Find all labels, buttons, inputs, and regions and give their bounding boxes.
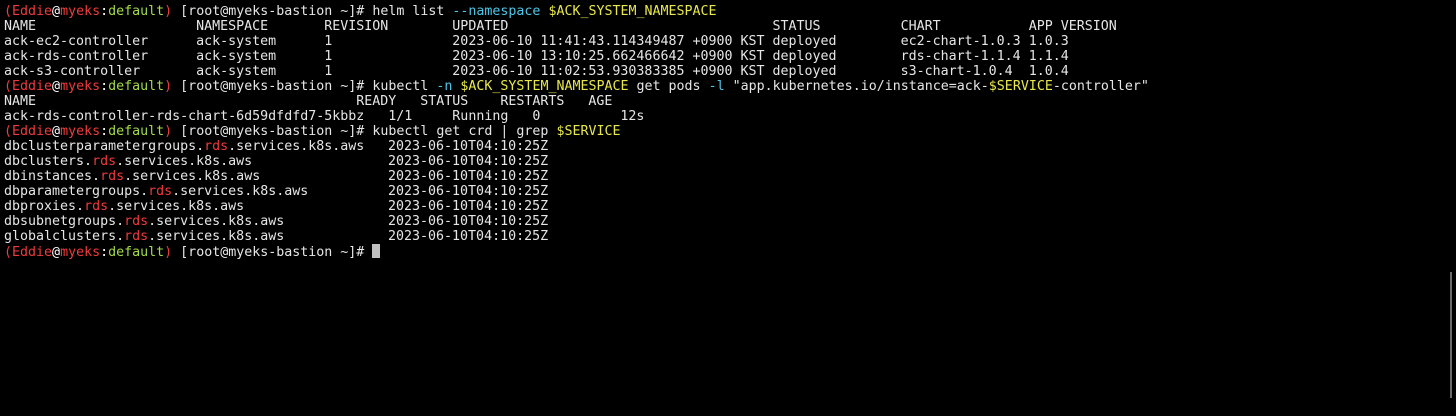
crd-name-suffix: .services.k8s.aws (228, 139, 365, 154)
command-string: "app.kubernetes.io/instance=ack- (732, 79, 989, 94)
terminal-window[interactable]: (Eddie@myeks:default) [root@myeks-bastio… (0, 0, 1456, 416)
crd-name-prefix: dbclusterparametergroups. (4, 139, 205, 154)
helm-table-row: ack-ec2-controller ack-system 1 2023-06-… (4, 34, 1069, 49)
prompt-colon: : (100, 124, 109, 139)
prompt-user: Eddie (12, 124, 53, 139)
prompt-paren-open: ( (4, 124, 13, 139)
prompt-at: @ (52, 245, 61, 260)
prompt-host: [root@myeks-bastion ~]# (172, 245, 373, 260)
active-prompt-line[interactable]: (Eddie@myeks:default) [root@myeks-bastio… (4, 244, 1456, 260)
crd-name-prefix: globalclusters. (4, 229, 125, 244)
crd-name-suffix: .services.k8s.aws (108, 199, 245, 214)
prompt-user: Eddie (12, 4, 53, 19)
grep-match: rds (124, 229, 149, 244)
pods-table-header: NAME READY STATUS RESTARTS AGE (4, 94, 613, 109)
helm-table-header: NAME NAMESPACE REVISION UPDATED STATUS C… (4, 19, 1117, 34)
crd-name-suffix: .services.k8s.aws (148, 214, 285, 229)
crd-name-prefix: dbparametergroups. (4, 184, 149, 199)
command-line-get-crd: (Eddie@myeks:default) [root@myeks-bastio… (4, 124, 1456, 139)
prompt-colon: : (100, 4, 109, 19)
crd-list: dbclusterparametergroups.rds.services.k8… (4, 139, 1456, 244)
command-string: -controller" (1052, 79, 1149, 94)
prompt-colon: : (100, 245, 109, 260)
prompt-host: [root@myeks-bastion ~]# (172, 79, 373, 94)
grep-match: rds (100, 169, 125, 184)
prompt-paren-close: ) (164, 79, 173, 94)
crd-created-at: 2023-06-10T04:10:25Z (388, 139, 549, 154)
prompt-paren-close: ) (164, 124, 173, 139)
crd-row: dbproxies.rds.services.k8s.aws 2023-06-10… (4, 199, 1456, 214)
crd-name-prefix: dbinstances. (4, 169, 101, 184)
crd-row: dbclusters.rds.services.k8s.aws 2023-06-1… (4, 154, 1456, 169)
grep-match: rds (148, 184, 173, 199)
crd-created-at: 2023-06-10T04:10:25Z (388, 169, 549, 184)
vertical-scrollbar[interactable] (1450, 272, 1452, 398)
command-text: kubectl get crd | grep (372, 124, 557, 139)
prompt-paren-close: ) (164, 4, 173, 19)
crd-name-suffix: .services.k8s.aws (172, 184, 309, 199)
prompt-colon: : (100, 79, 109, 94)
command-variable: $ACK_SYSTEM_NAMESPACE (460, 79, 629, 94)
grep-match: rds (92, 154, 117, 169)
prompt-user: Eddie (12, 79, 53, 94)
crd-name-suffix: .services.k8s.aws (148, 229, 285, 244)
command-variable: $SERVICE (556, 124, 621, 139)
prompt-at: @ (52, 79, 61, 94)
crd-created-at: 2023-06-10T04:10:25Z (388, 184, 549, 199)
prompt-paren-open: ( (4, 245, 13, 260)
crd-row: dbinstances.rds.services.k8s.aws 2023-06-… (4, 169, 1456, 184)
command-line-get-pods: (Eddie@myeks:default) [root@myeks-bastio… (4, 79, 1456, 94)
command-text: kubectl (372, 79, 437, 94)
grep-match: rds (124, 214, 149, 229)
prompt-paren-open: ( (4, 79, 13, 94)
prompt-at: @ (52, 124, 61, 139)
command-text: get pods (628, 79, 709, 94)
crd-name-prefix: dbsubnetgroups. (4, 214, 125, 229)
crd-row: globalclusters.rds.services.k8s.aws 2023-… (4, 229, 1456, 244)
crd-created-at: 2023-06-10T04:10:25Z (388, 214, 549, 229)
command-line-helm-list: (Eddie@myeks:default) [root@myeks-bastio… (4, 4, 1456, 19)
prompt-user: Eddie (12, 245, 53, 260)
command-flag: -n (436, 79, 461, 94)
prompt-namespace: default (108, 79, 165, 94)
grep-match: rds (84, 199, 109, 214)
crd-row: dbsubnetgroups.rds.services.k8s.aws 2023-… (4, 214, 1456, 229)
prompt-paren-close: ) (164, 245, 173, 260)
crd-row: dbclusterparametergroups.rds.services.k8… (4, 139, 1456, 154)
command-flag: -l (708, 79, 733, 94)
prompt-cluster: myeks (60, 124, 101, 139)
crd-name-suffix: .services.k8s.aws (116, 154, 253, 169)
prompt-namespace: default (108, 4, 165, 19)
prompt-cluster: myeks (60, 245, 101, 260)
grep-match: rds (204, 139, 229, 154)
prompt-host: [root@myeks-bastion ~]# (172, 124, 373, 139)
helm-table-row: ack-rds-controller ack-system 1 2023-06-… (4, 49, 1069, 64)
prompt-cluster: myeks (60, 4, 101, 19)
prompt-host: [root@myeks-bastion ~]# (172, 4, 373, 19)
command-flag: --namespace (452, 4, 549, 19)
prompt-namespace: default (108, 124, 165, 139)
command-variable: $ACK_SYSTEM_NAMESPACE (548, 4, 717, 19)
pods-table-row: ack-rds-controller-rds-chart-6d59dfdfd7-… (4, 109, 645, 124)
prompt-cluster: myeks (60, 79, 101, 94)
crd-name-suffix: .services.k8s.aws (124, 169, 261, 184)
command-text: helm list (372, 4, 453, 19)
crd-created-at: 2023-06-10T04:10:25Z (388, 154, 549, 169)
text-cursor[interactable] (372, 244, 381, 258)
crd-name-prefix: dbclusters. (4, 154, 93, 169)
crd-name-prefix: dbproxies. (4, 199, 85, 214)
command-variable: $SERVICE (988, 79, 1053, 94)
prompt-paren-open: ( (4, 4, 13, 19)
helm-table-row: ack-s3-controller ack-system 1 2023-06-1… (4, 64, 1069, 79)
prompt-at: @ (52, 4, 61, 19)
crd-row: dbparametergroups.rds.services.k8s.aws 20… (4, 184, 1456, 199)
crd-created-at: 2023-06-10T04:10:25Z (388, 199, 549, 214)
crd-created-at: 2023-06-10T04:10:25Z (388, 229, 549, 244)
prompt-namespace: default (108, 245, 165, 260)
